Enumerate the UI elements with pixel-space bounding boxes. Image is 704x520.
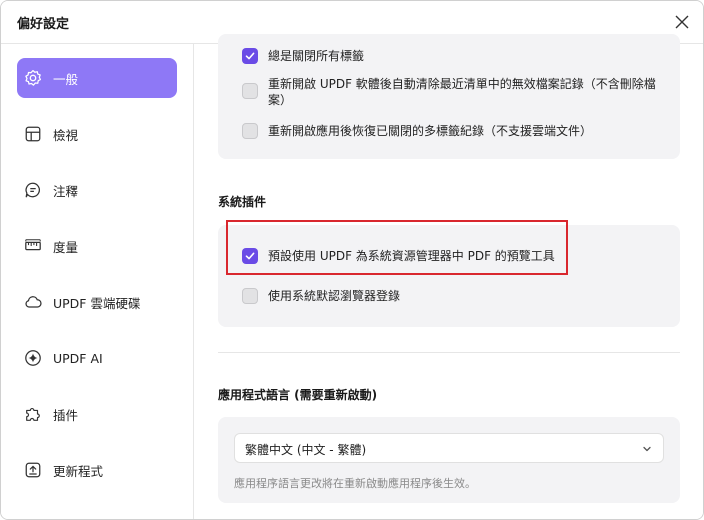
puzzle-icon [23,404,43,424]
check-icon [245,52,255,60]
sidebar-item-view[interactable]: 檢視 [17,114,177,154]
clear-invalid-records-checkbox[interactable] [242,83,258,99]
restore-tabs-checkbox[interactable] [242,123,258,139]
grid-icon [23,124,43,144]
update-icon [23,460,43,480]
sidebar-item-label: 度量 [53,239,79,255]
highlight-box [226,220,568,275]
cloud-icon [23,292,43,312]
gear-icon [23,68,43,88]
sidebar: 一般 檢視 注釋 度量 UPDF 雲端硬碟 UPDF AI 插件 更新程式 [1,44,194,519]
sidebar-item-label: UPDF 雲端硬碟 [53,295,141,311]
option-browser-login: 使用系統默認瀏覽器登錄 [242,288,400,304]
ai-icon [23,348,43,368]
sidebar-item-plugins[interactable]: 插件 [17,394,177,434]
language-section-title: 應用程式語言 (需要重新啟動) [218,388,378,402]
sidebar-item-measure[interactable]: 度量 [17,226,177,266]
close-icon [675,15,689,29]
browser-login-checkbox[interactable] [242,288,258,304]
close-button[interactable] [671,11,693,33]
language-select-value: 繁體中文 (中文 - 繁體) [245,443,367,457]
tabs-options-panel: 總是關閉所有標籤 重新開啟 UPDF 軟體後自動清除最近清單中的無效檔案記錄（不… [218,34,680,159]
close-all-tabs-checkbox[interactable] [242,48,258,64]
sidebar-item-label: 檢視 [53,127,79,143]
sidebar-item-label: 一般 [53,71,79,87]
option-restore-tabs: 重新開啟應用後恢復已關閉的多標籤紀錄（不支援雲端文件） [242,123,592,139]
sidebar-item-ai[interactable]: UPDF AI [17,338,177,378]
dialog-title: 偏好設定 [17,17,70,32]
language-select[interactable]: 繁體中文 (中文 - 繁體) [234,433,664,463]
sidebar-item-cloud[interactable]: UPDF 雲端硬碟 [17,282,177,322]
language-panel: 繁體中文 (中文 - 繁體) 應用程序語言更改將在重新啟動應用程序後生效。 [218,417,680,503]
chevron-down-icon [643,446,651,452]
sidebar-item-label: 更新程式 [53,463,104,479]
option-label: 重新開啟應用後恢復已關閉的多標籤紀錄（不支援雲端文件） [268,124,593,138]
sidebar-item-general[interactable]: 一般 [17,58,177,98]
sidebar-item-label: UPDF AI [53,350,103,366]
language-hint: 應用程序語言更改將在重新啟動應用程序後生效。 [234,477,476,490]
option-clear-invalid-records: 重新開啟 UPDF 軟體後自動清除最近清單中的無效檔案記錄（不含刪除檔 案） [242,76,668,108]
option-label: 使用系統默認瀏覽器登錄 [268,289,401,303]
plugin-section-title: 系統插件 [218,195,267,209]
settings-content: 總是關閉所有標籤 重新開啟 UPDF 軟體後自動清除最近清單中的無效檔案記錄（不… [194,34,703,519]
ruler-icon [23,236,43,256]
sidebar-item-update[interactable]: 更新程式 [17,450,177,490]
sidebar-item-label: 插件 [53,407,79,423]
option-label: 重新開啟 UPDF 軟體後自動清除最近清單中的無效檔案記錄（不含刪除檔 案） [268,77,656,107]
comment-icon [23,180,43,200]
preferences-dialog: 偏好設定 一般 檢視 注釋 度量 UPDF 雲端硬碟 UPDF AI 插件 更新… [0,0,704,520]
option-label: 總是關閉所有標籤 [268,49,365,63]
sidebar-item-label: 注釋 [53,183,79,199]
sidebar-item-comment[interactable]: 注釋 [17,170,177,210]
option-close-all-tabs: 總是關閉所有標籤 [242,48,364,64]
divider [218,352,680,353]
